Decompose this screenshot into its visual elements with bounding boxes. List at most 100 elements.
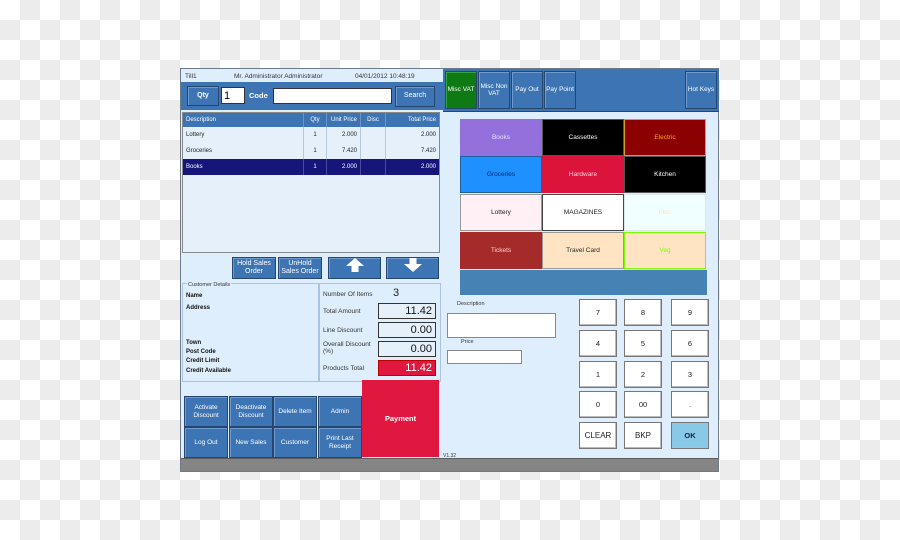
col-disc: Disc (360, 113, 385, 127)
category-magazines[interactable]: MAGAZINES (542, 194, 624, 231)
category-tickets[interactable]: Tickets (460, 232, 542, 269)
status-header: Till1 Mr. Administrator Administrator 04… (182, 70, 442, 82)
totals-panel: Number Of Items 3 Total Amount 11.42 Lin… (319, 283, 441, 382)
log-out-button[interactable]: Log Out (184, 427, 228, 458)
key-3[interactable]: 3 (671, 361, 709, 388)
category-kitchen[interactable]: Kitchen (624, 156, 706, 193)
hold-sales-order-button[interactable]: Hold Sales Order (232, 257, 276, 279)
qty-input[interactable] (221, 87, 245, 104)
till-name: Till1 (185, 72, 197, 80)
unhold-sales-order-button[interactable]: UnHold Sales Order (278, 257, 322, 279)
customer-credit-available-label: Credit Available (186, 368, 231, 374)
customer-details-panel: Customer Details Name Address Town Post … (182, 282, 319, 382)
key-4[interactable]: 4 (579, 330, 617, 357)
line-discount-value: 0.00 (378, 322, 436, 338)
bottom-status-bar (181, 458, 718, 471)
admin-button[interactable]: Admin (318, 396, 362, 427)
payment-button[interactable]: Payment (362, 380, 439, 457)
table-header: Description Qty Unit Price Disc Total Pr… (183, 113, 439, 127)
key-backspace[interactable]: BKP (624, 422, 662, 449)
category-electric[interactable]: Electric (624, 119, 706, 156)
tab-pay-out[interactable]: Pay Out (511, 71, 543, 109)
customer-credit-limit-label: Credit Limit (186, 358, 220, 364)
col-description: Description (186, 117, 217, 123)
category-pets[interactable]: Pets (624, 194, 706, 231)
description-input[interactable] (447, 313, 556, 338)
tab-misc-non-vat[interactable]: Misc Non VAT (478, 71, 510, 109)
tab-misc-vat[interactable]: Misc VAT (445, 71, 477, 109)
cell-unit-price: 2.000 (326, 159, 360, 175)
category-groceries[interactable]: Groceries (460, 156, 542, 193)
category-cassettes[interactable]: Cassettes (542, 119, 624, 156)
cell-unit-price: 2.000 (326, 127, 360, 143)
scroll-up-button[interactable] (328, 257, 381, 279)
customer-postcode-label: Post Code (186, 349, 216, 355)
cell-disc (360, 127, 385, 143)
code-input[interactable] (273, 88, 392, 104)
search-button[interactable]: Search (395, 86, 435, 107)
cell-qty: 1 (303, 143, 326, 159)
cell-description: Books (186, 164, 203, 170)
customer-name-label: Name (186, 293, 203, 299)
key-00[interactable]: 00 (624, 391, 662, 418)
table-row-selected[interactable]: Books 1 2.000 2.000 (183, 159, 439, 175)
description-label: Description (457, 301, 485, 307)
category-hardware[interactable]: Hardware (542, 156, 624, 193)
customer-address-label: Address (186, 305, 211, 311)
key-5[interactable]: 5 (624, 330, 662, 357)
table-row[interactable]: Lottery 1 2.000 2.000 (183, 127, 439, 143)
qty-button[interactable]: Qty (187, 86, 219, 106)
cell-qty: 1 (303, 127, 326, 143)
user-name: Mr. Administrator Administrator (234, 72, 323, 80)
category-veg[interactable]: Veg (624, 232, 706, 269)
overall-discount-value: 0.00 (378, 341, 436, 357)
arrow-down-icon (403, 258, 422, 277)
hot-keys-button[interactable]: Hot Keys (685, 71, 717, 109)
items-count-label: Number Of Items (323, 291, 373, 298)
col-unit-price: Unit Price (326, 113, 360, 127)
category-travel-card[interactable]: Travel Card (542, 232, 624, 269)
scroll-down-button[interactable] (386, 257, 439, 279)
key-9[interactable]: 9 (671, 299, 709, 326)
category-pager-strip (460, 270, 707, 295)
cell-qty: 1 (303, 159, 326, 175)
key-8[interactable]: 8 (624, 299, 662, 326)
deactivate-discount-button[interactable]: Deactivate Discount (229, 396, 273, 427)
category-books[interactable]: Books (460, 119, 542, 156)
overall-discount-label: Overall Discount (%) (323, 341, 371, 356)
key-2[interactable]: 2 (624, 361, 662, 388)
cell-total-price: 7.420 (385, 143, 439, 159)
table-row[interactable]: Groceries 1 7.420 7.420 (183, 143, 439, 159)
print-last-receipt-button[interactable]: Print Last Receipt (318, 427, 362, 458)
key-decimal[interactable]: . (671, 391, 709, 418)
code-label: Code (249, 91, 268, 100)
cell-disc (360, 143, 385, 159)
cell-description: Lottery (186, 132, 205, 138)
key-clear[interactable]: CLEAR (579, 422, 617, 449)
key-1[interactable]: 1 (579, 361, 617, 388)
arrow-up-icon (345, 258, 364, 277)
items-count-value: 3 (393, 287, 400, 299)
col-total-price: Total Price (385, 113, 439, 127)
key-6[interactable]: 6 (671, 330, 709, 357)
category-lottery[interactable]: Lottery (460, 194, 542, 231)
price-input[interactable] (447, 350, 522, 364)
key-7[interactable]: 7 (579, 299, 617, 326)
category-tabs-bar: Misc VAT Misc Non VAT Pay Out Pay Point … (443, 69, 719, 112)
key-0[interactable]: 0 (579, 391, 617, 418)
line-discount-label: Line Discount (323, 327, 363, 334)
new-sales-button[interactable]: New Sales (229, 427, 273, 458)
customer-button[interactable]: Customer (273, 427, 317, 458)
products-total-label: Products Total (323, 365, 365, 372)
col-qty: Qty (303, 113, 326, 127)
total-amount-label: Total Amount (323, 308, 361, 315)
datetime: 04/01/2012 10:48:19 (355, 72, 415, 80)
key-ok[interactable]: OK (671, 422, 709, 449)
activate-discount-button[interactable]: Activate Discount (184, 396, 228, 427)
customer-details-legend: Customer Details (187, 282, 232, 288)
cell-total-price: 2.000 (385, 159, 439, 175)
delete-item-button[interactable]: Delete Item (273, 396, 317, 427)
tab-pay-point[interactable]: Pay Point (544, 71, 576, 109)
cell-disc (360, 159, 385, 175)
pos-window: Till1 Mr. Administrator Administrator 04… (180, 68, 719, 472)
